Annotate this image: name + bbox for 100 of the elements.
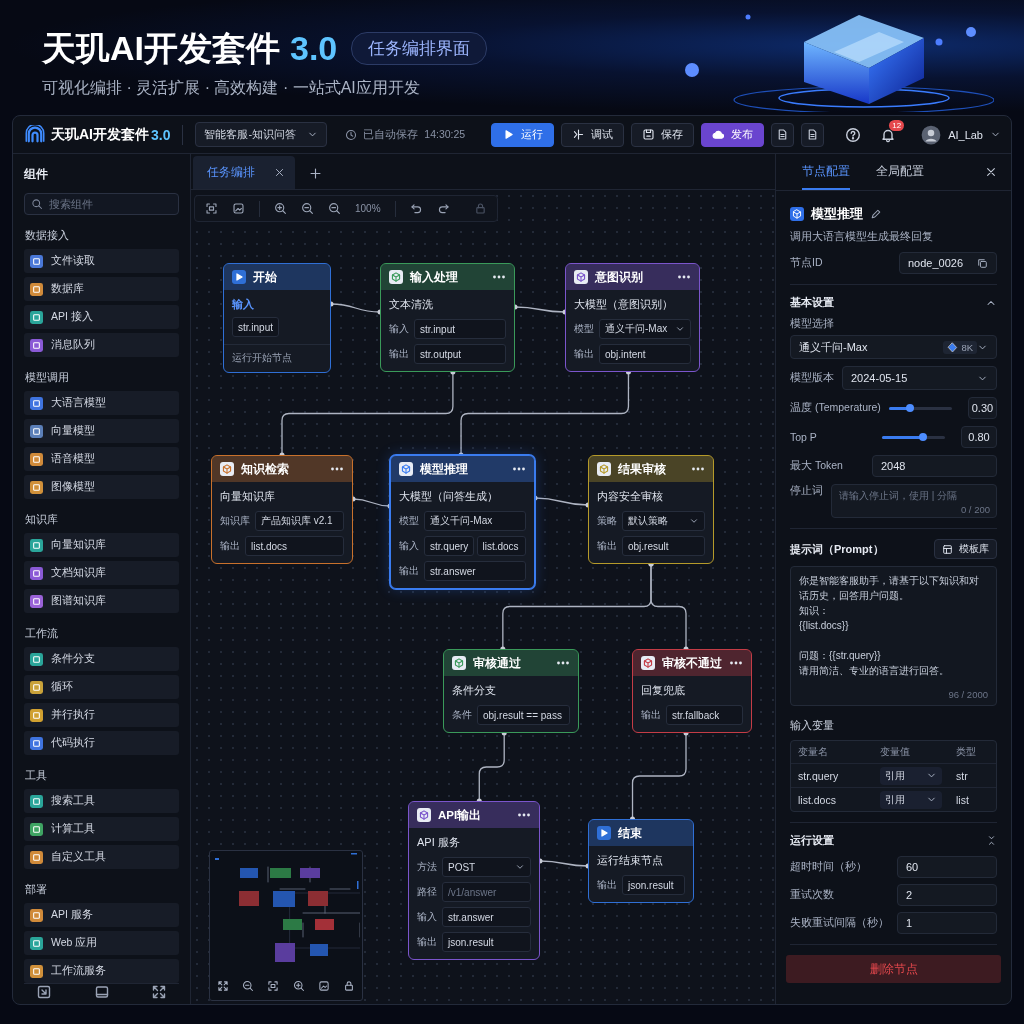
node-field[interactable]: str.answer bbox=[424, 561, 526, 581]
node-field[interactable]: str.fallback bbox=[666, 705, 743, 725]
node-field[interactable]: list.docs bbox=[476, 536, 526, 556]
image-icon[interactable] bbox=[232, 202, 245, 215]
value-select[interactable]: 引用 bbox=[880, 790, 942, 809]
component-item[interactable]: 计算工具 bbox=[24, 817, 179, 841]
workflow-node[interactable]: 意图识别 大模型（意图识别） 模型 通义千问-Max 输出 obj.intent bbox=[565, 263, 700, 372]
toolbar-button[interactable]: 调试 bbox=[561, 122, 625, 147]
node-select[interactable]: POST bbox=[442, 857, 531, 877]
component-item[interactable]: 消息队列 bbox=[24, 333, 179, 357]
user-name[interactable]: AI_Lab bbox=[948, 128, 983, 141]
node-field[interactable]: str.answer bbox=[442, 907, 531, 927]
node-select[interactable]: 通义千问-Max bbox=[599, 319, 691, 339]
number-field[interactable]: 1 bbox=[897, 912, 997, 934]
component-item[interactable]: 文档知识库 bbox=[24, 561, 179, 585]
component-item[interactable]: 数据库 bbox=[24, 277, 179, 301]
panel-icon[interactable] bbox=[36, 984, 52, 1000]
prompt-field[interactable]: 你是智能客服助手，请基于以下知识和对话历史，回答用户问题。 知识： {{list.docs}} 问题：{{str.query}} 请用简洁、专业的语言进行回答。 96 / 2000 bbox=[790, 566, 997, 706]
node-field[interactable]: 通义千问-Max bbox=[424, 511, 526, 531]
component-item[interactable]: 向量模型 bbox=[24, 419, 179, 443]
number-field[interactable]: 60 bbox=[897, 856, 997, 878]
slider-thumb[interactable] bbox=[918, 433, 927, 441]
component-item[interactable]: 图像模型 bbox=[24, 475, 179, 499]
workflow-node[interactable]: API输出 API 服务 方法 POST 路径 /v1/answer 输入 str.answer 输出 json.result bbox=[408, 801, 540, 960]
node-field[interactable]: str.output bbox=[414, 344, 506, 364]
component-item[interactable]: 条件分支 bbox=[24, 647, 179, 671]
workflow-node[interactable]: 知识检索 向量知识库 知识库 产品知识库 v2.1 输出 list.docs bbox=[211, 455, 353, 564]
component-item[interactable]: 工作流服务 bbox=[24, 959, 179, 983]
node-id-field[interactable]: node_0026 bbox=[899, 252, 997, 274]
component-item[interactable]: 自定义工具 bbox=[24, 845, 179, 869]
component-item[interactable]: 循环 bbox=[24, 675, 179, 699]
node-field[interactable]: str.query bbox=[424, 536, 474, 556]
workflow-node[interactable]: 开始 输入 str.input 运行开始节点 bbox=[223, 263, 331, 373]
plus-icon[interactable] bbox=[309, 167, 322, 180]
node-field[interactable]: obj.intent bbox=[599, 344, 691, 364]
value-field[interactable]: 0.30 bbox=[967, 397, 997, 419]
token-field[interactable]: 2048 bbox=[872, 455, 997, 477]
number-field[interactable]: 2 bbox=[897, 884, 997, 906]
search-field[interactable]: 搜索组件 bbox=[24, 193, 179, 215]
model-select[interactable]: 通义千问-Max 8K bbox=[790, 335, 997, 359]
editor-tab[interactable]: 任务编排 bbox=[193, 156, 295, 189]
component-item[interactable]: 大语言模型 bbox=[24, 391, 179, 415]
expand-icon[interactable] bbox=[216, 979, 229, 992]
pencil-icon[interactable] bbox=[870, 208, 882, 220]
redo-icon[interactable] bbox=[436, 202, 450, 215]
document-button[interactable] bbox=[771, 122, 795, 147]
node-field[interactable]: json.result bbox=[622, 875, 685, 895]
zoom-out-icon[interactable] bbox=[242, 979, 254, 992]
node-field[interactable]: json.result bbox=[442, 932, 531, 952]
help-icon[interactable] bbox=[845, 126, 862, 143]
component-item[interactable]: 并行执行 bbox=[24, 703, 179, 727]
delete-button[interactable]: 删除节点 bbox=[786, 955, 1001, 983]
template-button[interactable]: 模板库 bbox=[934, 539, 997, 559]
component-item[interactable]: 搜索工具 bbox=[24, 789, 179, 813]
node-field[interactable]: obj.result == pass bbox=[477, 705, 570, 725]
workflow-node[interactable]: 审核不通过 回复兜底 输出 str.fallback bbox=[632, 649, 752, 733]
document-button[interactable] bbox=[801, 122, 825, 147]
collapse-icon[interactable] bbox=[986, 835, 997, 846]
component-item[interactable]: 代码执行 bbox=[24, 731, 179, 755]
fit-view-icon[interactable] bbox=[205, 202, 218, 215]
panel-tab[interactable]: 全局配置 bbox=[876, 154, 924, 190]
zoom-out-icon[interactable] bbox=[328, 202, 341, 215]
zoom-in-icon[interactable] bbox=[274, 202, 287, 215]
panel-tab[interactable]: 节点配置 bbox=[802, 154, 850, 190]
component-item[interactable]: 图谱知识库 bbox=[24, 589, 179, 613]
close-icon[interactable] bbox=[985, 166, 997, 178]
copy-icon[interactable] bbox=[977, 257, 988, 269]
component-item[interactable]: 语音模型 bbox=[24, 447, 179, 471]
lock-icon[interactable] bbox=[343, 979, 356, 992]
zoom-out-icon[interactable] bbox=[301, 202, 314, 215]
workflow-node[interactable]: 结束 运行结束节点 输出 json.result bbox=[588, 819, 694, 903]
workflow-node[interactable]: 结果审核 内容安全审核 策略 默认策略 输出 obj.result bbox=[588, 455, 714, 564]
avatar-icon[interactable] bbox=[921, 124, 942, 145]
workflow-node[interactable]: 模型推理 大模型（问答生成） 模型 通义千问-Max 输入 str.query list.docs 输出 str.answer bbox=[390, 455, 535, 589]
version-select[interactable]: 2024-05-15 bbox=[842, 366, 997, 390]
node-field[interactable]: 产品知识库 v2.1 bbox=[255, 511, 344, 531]
toolbar-button[interactable]: 保存 bbox=[631, 122, 695, 147]
component-item[interactable]: 向量知识库 bbox=[24, 533, 179, 557]
run-button[interactable]: 运行 bbox=[491, 122, 555, 147]
slider-thumb[interactable] bbox=[905, 404, 914, 412]
node-select[interactable]: 默认策略 bbox=[622, 511, 705, 531]
workflow-node[interactable]: 审核通过 条件分支 条件 obj.result == pass bbox=[443, 649, 579, 733]
project-select[interactable]: 智能客服-知识问答 bbox=[195, 122, 328, 147]
component-item[interactable]: API 服务 bbox=[24, 903, 179, 927]
zoom-in-icon[interactable] bbox=[292, 979, 305, 992]
component-item[interactable]: API 接入 bbox=[24, 305, 179, 329]
expand-icon[interactable] bbox=[151, 984, 167, 1000]
value-field[interactable]: 0.80 bbox=[961, 426, 997, 448]
node-field[interactable]: /v1/answer bbox=[442, 882, 531, 902]
node-field[interactable]: str.input bbox=[414, 319, 506, 339]
image-icon[interactable] bbox=[317, 979, 330, 992]
value-select[interactable]: 引用 bbox=[880, 766, 942, 785]
node-field[interactable]: list.docs bbox=[245, 536, 344, 556]
node-field[interactable]: obj.result bbox=[622, 536, 705, 556]
workflow-node[interactable]: 输入处理 文本清洗 输入 str.input 输出 str.output bbox=[380, 263, 515, 372]
fit-view-icon[interactable] bbox=[267, 979, 280, 992]
undo-icon[interactable] bbox=[409, 202, 423, 215]
close-icon[interactable] bbox=[274, 167, 285, 178]
layout-icon[interactable] bbox=[93, 984, 110, 1000]
component-item[interactable]: Web 应用 bbox=[24, 931, 179, 955]
